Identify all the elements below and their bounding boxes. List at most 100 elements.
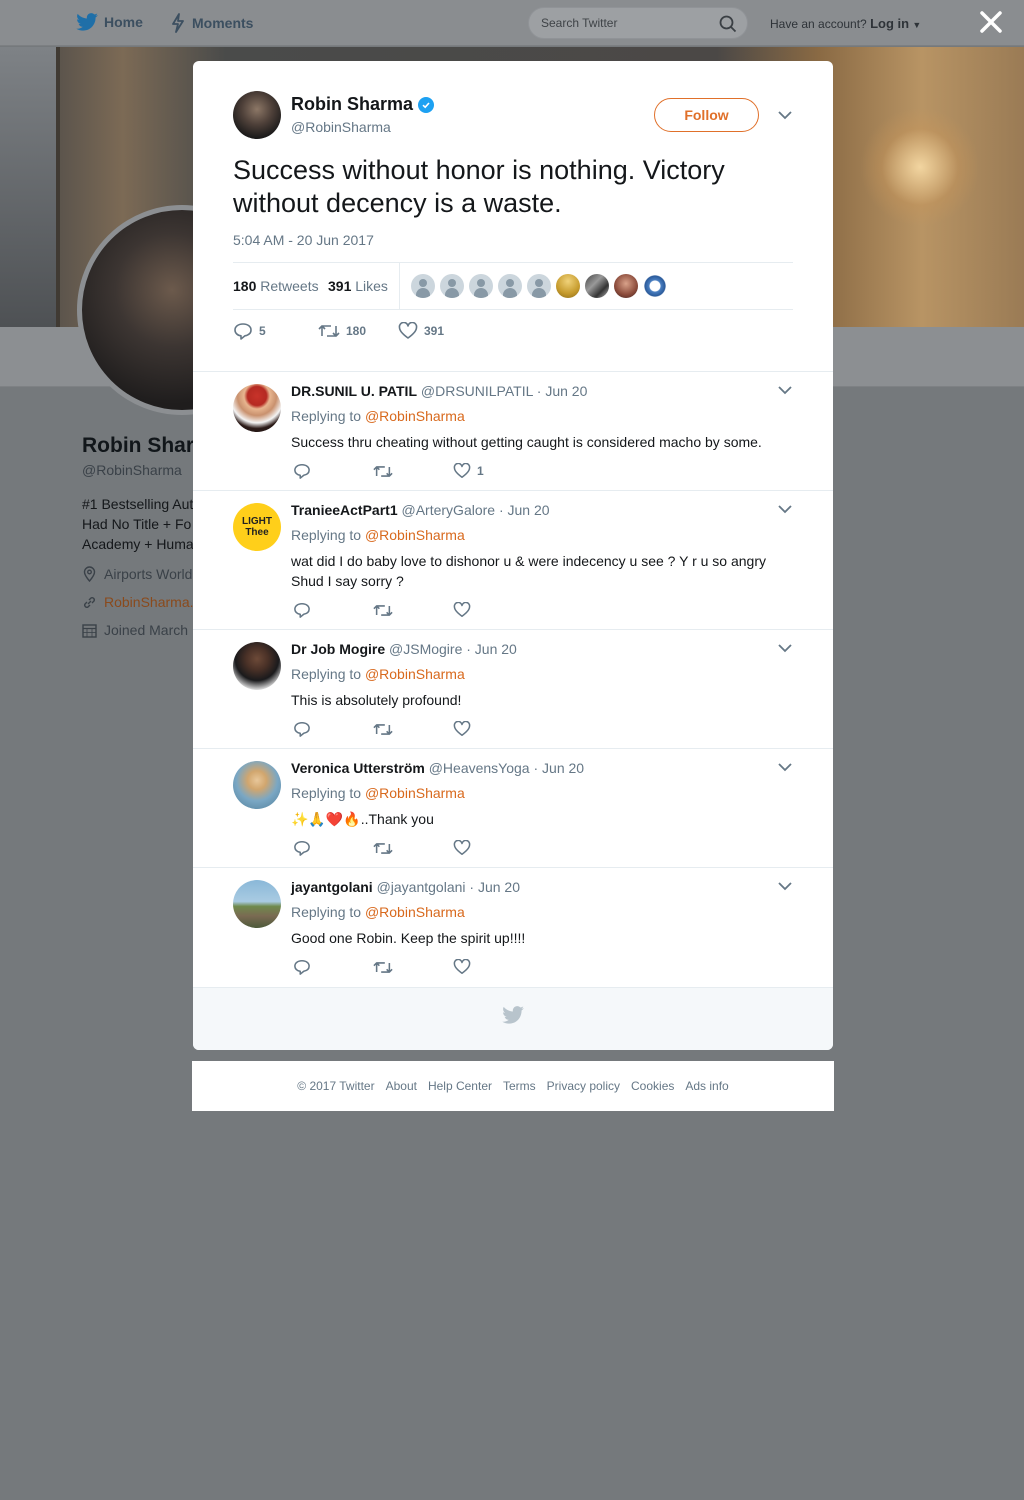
reply-action[interactable] <box>293 840 373 856</box>
retweet-action[interactable] <box>373 464 453 479</box>
liker-avatar[interactable] <box>469 274 493 298</box>
reply-date[interactable]: · Jun 20 <box>499 502 550 518</box>
footer-ads-link[interactable]: Ads info <box>685 1079 728 1093</box>
footer-help-link[interactable]: Help Center <box>428 1079 492 1093</box>
like-action[interactable] <box>453 959 533 975</box>
reply-author-handle[interactable]: @DRSUNILPATIL <box>421 383 533 399</box>
reply-avatar[interactable] <box>233 384 281 432</box>
heart-icon[interactable] <box>453 602 471 618</box>
retweet-icon[interactable] <box>373 603 393 618</box>
retweet-action[interactable] <box>373 841 453 856</box>
reply-tweet[interactable]: DR.SUNIL U. PATIL @DRSUNILPATIL · Jun 20… <box>193 372 833 491</box>
reply-tweet[interactable]: jayantgolani @jayantgolani · Jun 20 Repl… <box>193 868 833 987</box>
chevron-down-icon[interactable] <box>777 880 793 892</box>
chevron-down-icon[interactable] <box>777 384 793 396</box>
reply-author-handle[interactable]: @ArteryGalore <box>402 502 496 518</box>
tweet-timestamp[interactable]: 5:04 AM - 20 Jun 2017 <box>233 232 374 248</box>
likes-stat[interactable]: 391 Likes <box>328 278 388 294</box>
reply-date[interactable]: · Jun 20 <box>469 879 520 895</box>
reply-author-handle[interactable]: @HeavensYoga <box>429 760 530 776</box>
like-action[interactable]: 391 <box>398 322 444 340</box>
reply-date[interactable]: · Jun 20 <box>537 383 588 399</box>
reply-author-name[interactable]: TranieeActPart1 <box>291 502 398 518</box>
liker-avatar[interactable] <box>614 274 638 298</box>
reply-action[interactable] <box>293 463 373 479</box>
reply-tweet[interactable]: LIGHT Thee TranieeActPart1 @ArteryGalore… <box>193 491 833 630</box>
heart-icon[interactable] <box>453 463 471 479</box>
reply-author-handle[interactable]: @JSMogire <box>389 641 462 657</box>
caret-down-icon[interactable]: ▼ <box>912 20 921 30</box>
profile-url[interactable]: RobinSharma. <box>82 594 194 610</box>
close-icon[interactable] <box>978 9 1004 35</box>
reply-tweet[interactable]: Dr Job Mogire @JSMogire · Jun 20 Replyin… <box>193 630 833 749</box>
reply-action[interactable] <box>293 959 373 975</box>
retweet-action[interactable]: 180 <box>318 323 398 339</box>
heart-icon[interactable] <box>453 840 471 856</box>
reply-action[interactable]: 5 <box>233 322 318 340</box>
retweets-stat[interactable]: 180 Retweets <box>233 278 319 294</box>
footer-cookies-link[interactable]: Cookies <box>631 1079 674 1093</box>
retweet-icon[interactable] <box>373 841 393 856</box>
replying-to-link[interactable]: @RobinSharma <box>365 527 465 543</box>
search-input[interactable]: Search Twitter <box>528 7 748 39</box>
author-name-row[interactable]: Robin Sharma <box>291 94 435 115</box>
reply-avatar[interactable] <box>233 761 281 809</box>
reply-icon[interactable] <box>233 322 253 340</box>
replying-to-link[interactable]: @RobinSharma <box>365 904 465 920</box>
retweet-icon[interactable] <box>373 464 393 479</box>
replying-to-link[interactable]: @RobinSharma <box>365 785 465 801</box>
like-action[interactable] <box>453 602 533 618</box>
chevron-down-icon[interactable] <box>777 761 793 773</box>
reply-avatar[interactable] <box>233 642 281 690</box>
reply-date[interactable]: · Jun 20 <box>534 760 585 776</box>
profile-url-text[interactable]: RobinSharma. <box>104 594 194 610</box>
follow-button[interactable]: Follow <box>654 98 759 132</box>
login-link[interactable]: Log in <box>870 16 909 31</box>
like-action[interactable]: 1 <box>453 463 533 479</box>
retweet-action[interactable] <box>373 722 453 737</box>
reply-author-name[interactable]: Veronica Utterström <box>291 760 425 776</box>
reply-icon[interactable] <box>293 959 311 975</box>
retweet-icon[interactable] <box>373 722 393 737</box>
footer-privacy-link[interactable]: Privacy policy <box>547 1079 620 1093</box>
reply-author-name[interactable]: jayantgolani <box>291 879 373 895</box>
heart-icon[interactable] <box>453 959 471 975</box>
reply-action[interactable] <box>293 721 373 737</box>
reply-icon[interactable] <box>293 721 311 737</box>
replying-to-link[interactable]: @RobinSharma <box>365 408 465 424</box>
chevron-down-icon[interactable] <box>777 503 793 515</box>
search-icon[interactable] <box>719 15 737 33</box>
reply-avatar[interactable]: LIGHT Thee <box>233 503 281 551</box>
heart-icon[interactable] <box>453 721 471 737</box>
retweet-icon[interactable] <box>373 960 393 975</box>
footer-about-link[interactable]: About <box>386 1079 417 1093</box>
chevron-down-icon[interactable] <box>777 642 793 654</box>
liker-avatar[interactable] <box>411 274 435 298</box>
liker-avatar[interactable] <box>556 274 580 298</box>
reply-icon[interactable] <box>293 602 311 618</box>
nav-moments[interactable]: Moments <box>170 13 253 33</box>
author-avatar[interactable] <box>233 91 281 139</box>
liker-avatar[interactable] <box>527 274 551 298</box>
like-action[interactable] <box>453 721 533 737</box>
reply-icon[interactable] <box>293 463 311 479</box>
retweet-action[interactable] <box>373 603 453 618</box>
liker-avatar[interactable] <box>585 274 609 298</box>
retweet-action[interactable] <box>373 960 453 975</box>
reply-author-handle[interactable]: @jayantgolani <box>377 879 466 895</box>
reply-author-name[interactable]: DR.SUNIL U. PATIL <box>291 383 417 399</box>
like-action[interactable] <box>453 840 533 856</box>
liker-avatar[interactable] <box>440 274 464 298</box>
footer-terms-link[interactable]: Terms <box>503 1079 536 1093</box>
liker-avatar[interactable] <box>643 274 667 298</box>
reply-icon[interactable] <box>293 840 311 856</box>
retweet-icon[interactable] <box>318 323 340 339</box>
reply-author-name[interactable]: Dr Job Mogire <box>291 641 385 657</box>
author-name[interactable]: Robin Sharma <box>291 94 413 115</box>
reply-date[interactable]: · Jun 20 <box>466 641 517 657</box>
reply-avatar[interactable] <box>233 880 281 928</box>
nav-home[interactable]: Home <box>76 13 143 31</box>
chevron-down-icon[interactable] <box>777 109 793 121</box>
liker-avatar[interactable] <box>498 274 522 298</box>
heart-icon[interactable] <box>398 322 418 340</box>
